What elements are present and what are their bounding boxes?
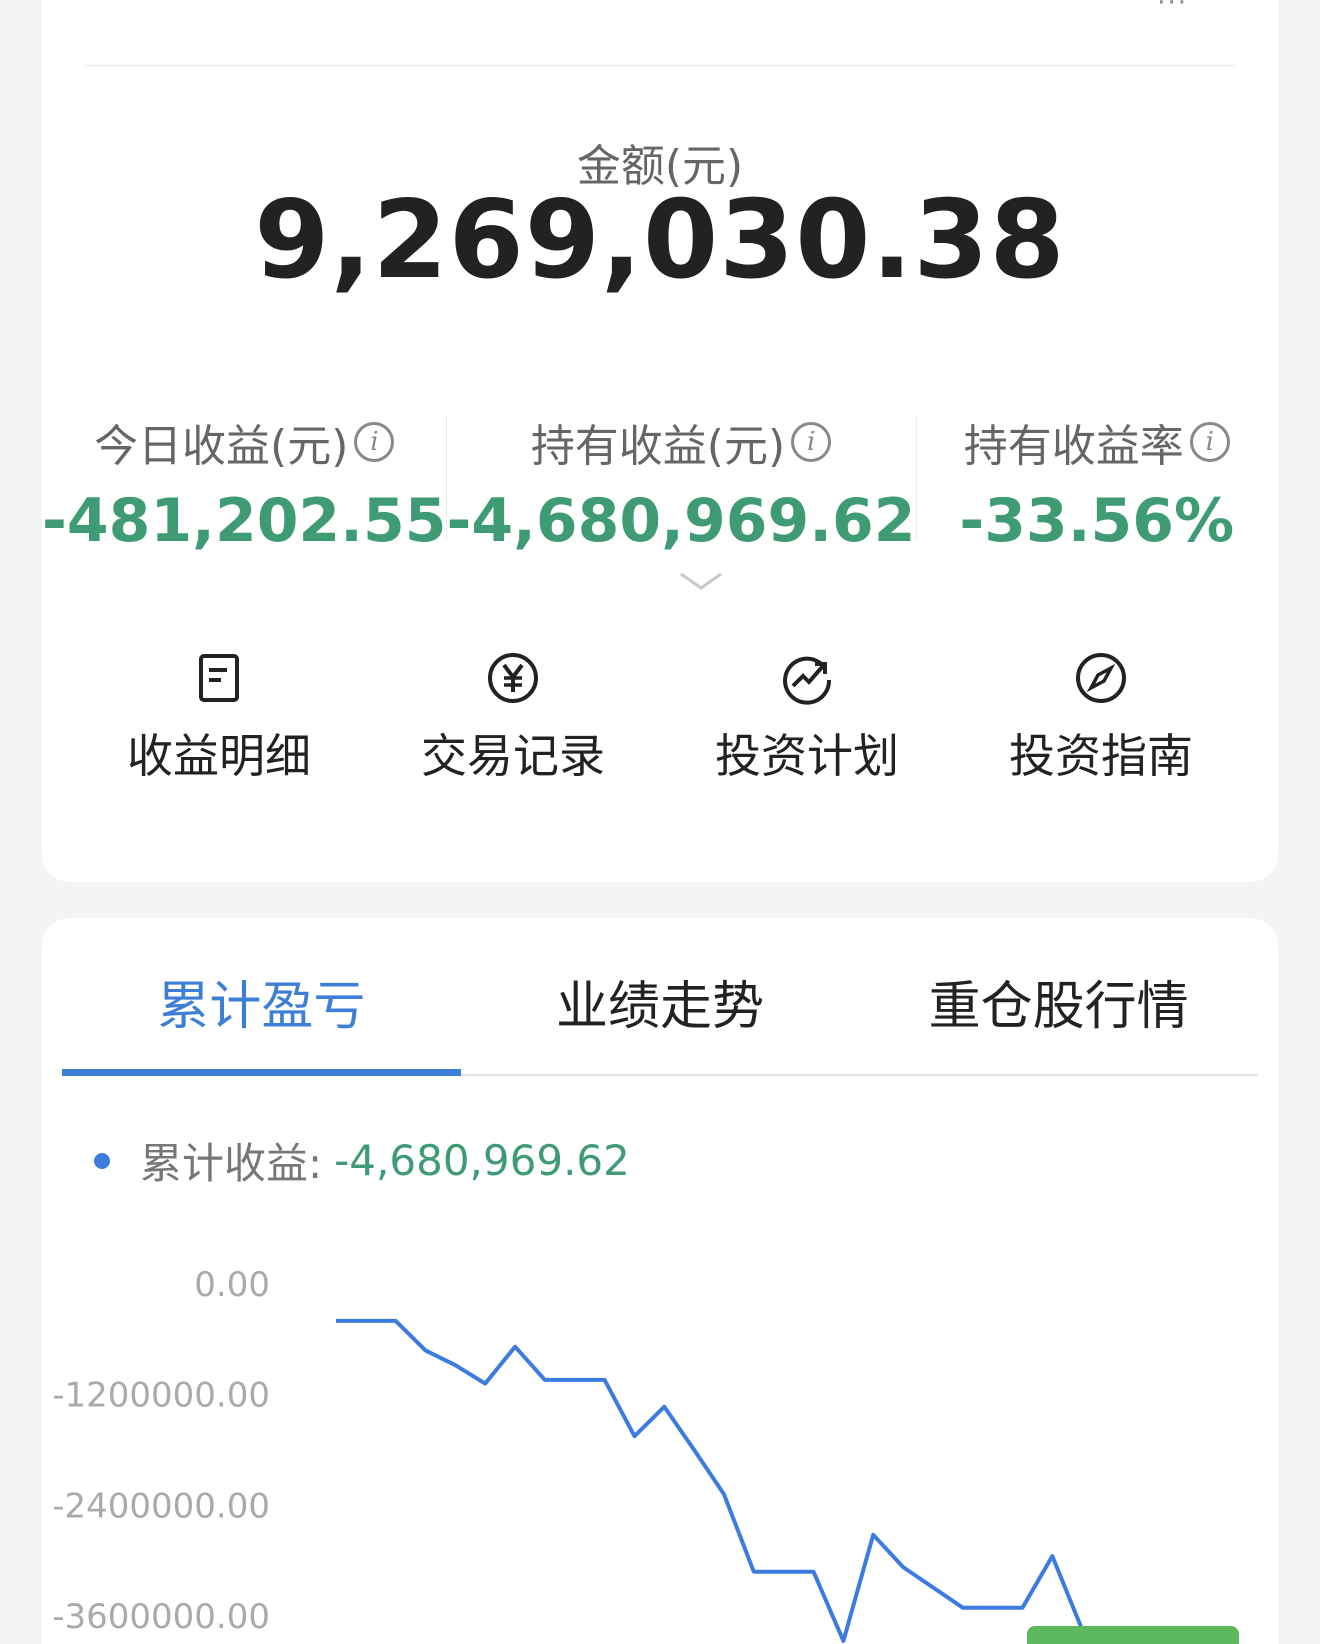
stat-holding-earnings: 持有收益(元) i -4,680,969.62 (446, 410, 916, 556)
amount-value: 9,269,030.38 (254, 178, 1066, 303)
y-tick-label: -3600000.00 (52, 1597, 270, 1637)
info-icon[interactable]: i (791, 422, 832, 462)
series-line (336, 1318, 1113, 1644)
action-label: 收益明细 (127, 729, 311, 783)
info-icon[interactable]: i (354, 422, 395, 462)
yuan-coin-icon (488, 653, 538, 703)
stat-today-earnings: 今日收益(元) i -481,202.55 (42, 410, 446, 556)
stat-value: -33.56% (959, 486, 1235, 556)
summary-card: ··· 金额(元) 9,269,030.38 今日收益(元) i -481,20… (42, 0, 1278, 882)
action-label: 投资指南 (1009, 729, 1193, 783)
stat-value: -481,202.55 (42, 486, 447, 556)
stat-label: 持有收益(元) (530, 421, 786, 472)
chevron-down-icon[interactable] (679, 560, 723, 604)
more-icon[interactable]: ··· (1157, 0, 1188, 18)
y-tick-label: -2400000.00 (52, 1486, 270, 1526)
action-investment-guide[interactable]: 投资指南 (981, 650, 1221, 786)
trend-up-icon (783, 656, 832, 705)
action-trade-records[interactable]: 交易记录 (393, 650, 633, 786)
action-label: 投资计划 (715, 729, 899, 783)
cumulative-pnl-chart: 0.00 -1200000.00 -2400000.00 -3600000.00 (52, 1265, 1239, 1644)
compass-icon (1076, 653, 1126, 703)
y-tick-label: -1200000.00 (52, 1376, 270, 1416)
action-investment-plan[interactable]: 投资计划 (687, 650, 927, 786)
stats-row: 今日收益(元) i -481,202.55 持有收益(元) i -4,680,9… (42, 410, 1279, 556)
y-tick-label: 0.00 (194, 1265, 270, 1305)
stat-label: 今日收益(元) (94, 421, 349, 472)
document-icon (199, 654, 239, 702)
stat-value: -4,680,969.62 (446, 486, 916, 556)
stat-holding-rate: 持有收益率 i -33.56% (915, 410, 1279, 556)
divider (84, 65, 1236, 66)
action-label: 交易记录 (421, 729, 605, 783)
chart-card: 累计盈亏 业绩走势 重仓股行情 累计收益: -4,680,969.62 0.00… (42, 918, 1278, 1644)
action-row: 收益明细 交易记录 投资计划 投资指南 (42, 650, 1278, 786)
action-earnings-detail[interactable]: 收益明细 (99, 650, 339, 786)
stat-label: 持有收益率 (963, 421, 1184, 472)
info-icon[interactable]: i (1189, 422, 1230, 462)
chart-tooltip-badge (1027, 1626, 1239, 1644)
